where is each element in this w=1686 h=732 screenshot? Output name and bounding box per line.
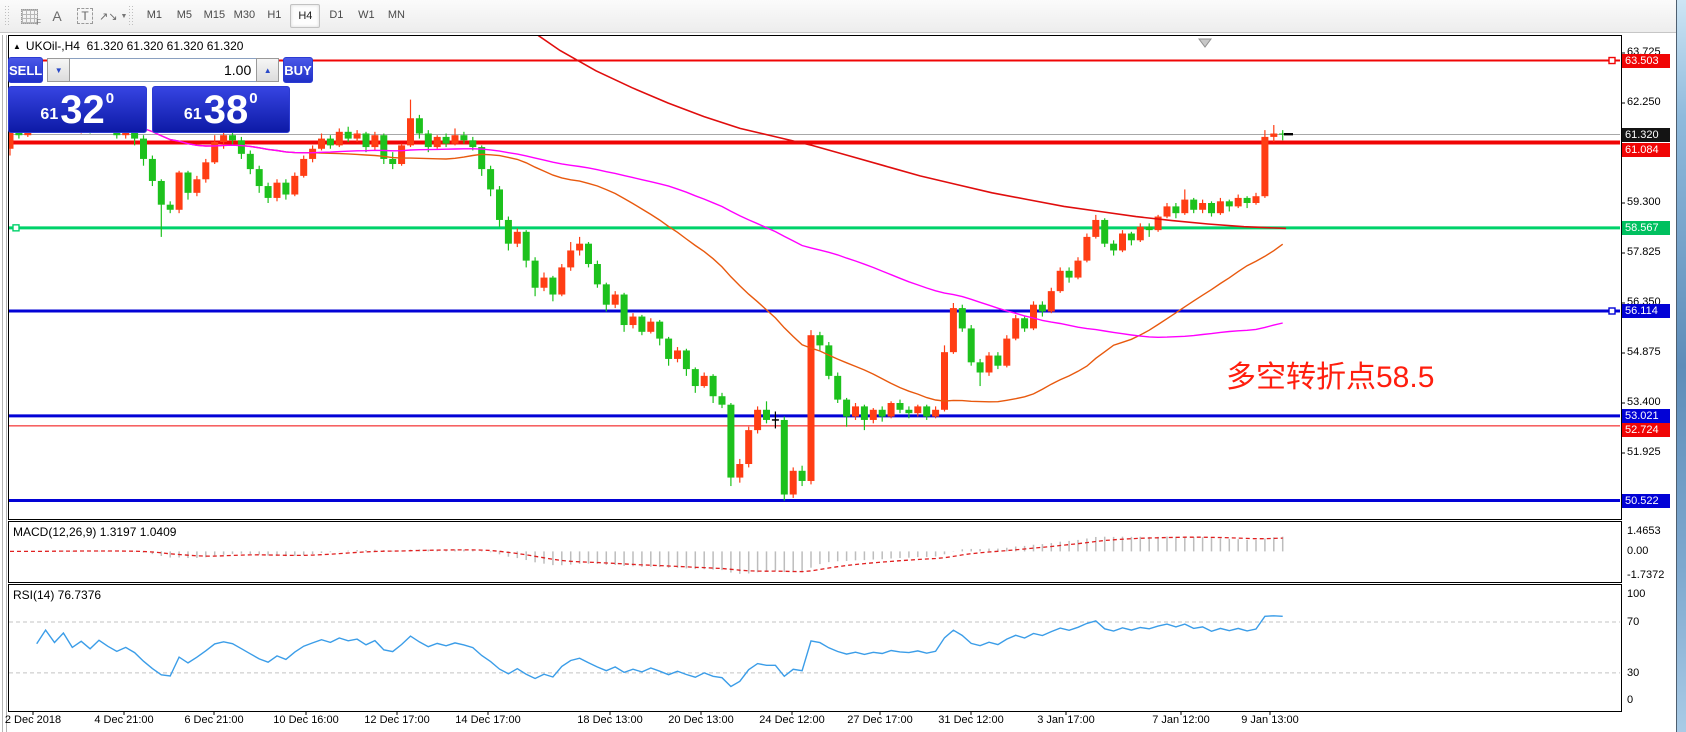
text-label-glyph: T: [77, 8, 92, 24]
price-tick-label: 51.925: [1627, 446, 1661, 458]
line-handle[interactable]: [1609, 58, 1615, 64]
line-handle[interactable]: [13, 225, 19, 231]
rsi-tick-label: 0: [1627, 694, 1633, 706]
volume-stepper: ▼ ▲: [47, 58, 279, 82]
toolbar-grip[interactable]: [129, 6, 134, 26]
last-price-marker: [1284, 133, 1293, 135]
price-line-badge-63.503: 63.503: [1622, 54, 1670, 68]
price-tick-label: 62.250: [1627, 96, 1661, 108]
time-axis-label: 4 Dec 21:00: [94, 714, 153, 726]
macd-tick-label: 1.4653: [1627, 525, 1661, 537]
buy-price-tile[interactable]: 61 38 0: [152, 86, 291, 133]
rsi-tick-label: 70: [1627, 616, 1639, 628]
rsi-tick-label: 30: [1627, 667, 1639, 679]
chart-annotation[interactable]: 多空转折点58.5: [1226, 352, 1434, 396]
line-handle[interactable]: [1609, 308, 1615, 314]
chart-title: ▲ UKOil-,H4 61.320 61.320 61.320 61.320: [13, 39, 243, 53]
timeframe-M1[interactable]: M1: [140, 4, 168, 26]
timeframe-D1[interactable]: D1: [322, 4, 350, 26]
price-tick-label: 54.875: [1627, 346, 1661, 358]
mt4-window: F A T ↗↘ ▼ M1M5M15M30H1H4D1W1MN ▲ UKOil-,…: [0, 0, 1686, 732]
price-line-badge-56.114: 56.114: [1622, 304, 1670, 318]
text-tool-icon[interactable]: A: [43, 4, 71, 28]
price-line-badge-61.084: 61.084: [1622, 143, 1670, 157]
time-axis-label: 24 Dec 12:00: [759, 714, 824, 726]
timeframe-W1[interactable]: W1: [352, 4, 380, 26]
timeframe-H1[interactable]: H1: [260, 4, 288, 26]
grid-f-label: F: [36, 18, 41, 27]
buy-button[interactable]: BUY: [283, 57, 312, 83]
price-line-badge-58.567: 58.567: [1622, 221, 1670, 235]
arrows-glyph-icon: ↗↘: [99, 10, 117, 23]
arrows-tool-icon[interactable]: ↗↘ ▼: [99, 4, 127, 28]
time-axis-label: 14 Dec 17:00: [455, 714, 520, 726]
time-axis-label: 9 Jan 13:00: [1241, 714, 1299, 726]
price-tick-label: 53.400: [1627, 396, 1661, 408]
sell-price-whole: 61: [40, 106, 58, 124]
rsi-panel: [9, 585, 1622, 712]
time-axis-label: 18 Dec 13:00: [577, 714, 642, 726]
one-click-trading-panel: SELL ▼ ▲ BUY 61 32 0 61 38 0: [8, 57, 290, 133]
price-line-badge-53.021: 53.021: [1622, 409, 1670, 423]
rsi-label: RSI(14) 76.7376: [13, 588, 101, 602]
timeframe-H4[interactable]: H4: [290, 4, 320, 28]
sell-button[interactable]: SELL: [8, 57, 43, 83]
time-axis-label: 12 Dec 17:00: [364, 714, 429, 726]
price-line-badge-52.724: 52.724: [1622, 423, 1670, 437]
time-axis-label: 27 Dec 17:00: [847, 714, 912, 726]
price-line-badge-50.522: 50.522: [1622, 494, 1670, 508]
timeframe-M30[interactable]: M30: [230, 4, 258, 26]
sell-price-point: 0: [106, 90, 114, 107]
price-tick-label: 59.300: [1627, 196, 1661, 208]
timeframe-M15[interactable]: M15: [200, 4, 228, 26]
grid-glyph-icon: [21, 9, 38, 24]
toolbar-grip[interactable]: [5, 6, 10, 26]
macd-tick-label: -1.7372: [1627, 569, 1664, 581]
collapse-triangle-icon[interactable]: ▲: [13, 42, 21, 51]
chevron-down-icon: ▼: [120, 13, 127, 20]
volume-input[interactable]: [70, 58, 256, 82]
sell-price-pips: 32: [60, 91, 105, 129]
time-axis-label: 6 Dec 21:00: [184, 714, 243, 726]
buy-price-point: 0: [249, 90, 257, 107]
price-line-badge-61.320: 61.320: [1622, 128, 1670, 142]
time-axis-label: 7 Jan 12:00: [1152, 714, 1210, 726]
sell-price-tile[interactable]: 61 32 0: [8, 86, 147, 133]
volume-decrease-button[interactable]: ▼: [47, 58, 70, 82]
buy-price-pips: 38: [204, 91, 249, 129]
window-splitter[interactable]: [2, 35, 7, 732]
volume-increase-button[interactable]: ▲: [256, 58, 279, 82]
rsi-tick-label: 100: [1627, 588, 1645, 600]
buy-price-whole: 61: [184, 106, 202, 124]
time-axis-label: 31 Dec 12:00: [938, 714, 1003, 726]
macd-tick-label: 0.00: [1627, 545, 1648, 557]
timeframe-M5[interactable]: M5: [170, 4, 198, 26]
time-axis-label: 20 Dec 13:00: [668, 714, 733, 726]
toolbar: F A T ↗↘ ▼ M1M5M15M30H1H4D1W1MN: [0, 0, 1677, 33]
chart-grid-icon[interactable]: F: [15, 4, 43, 28]
chart-title-text: UKOil-,H4 61.320 61.320 61.320 61.320: [26, 39, 244, 53]
text-label-tool-icon[interactable]: T: [71, 4, 99, 28]
macd-label: MACD(12,26,9) 1.3197 1.0409: [13, 525, 176, 539]
time-axis-label: 2 Dec 2018: [5, 714, 61, 726]
timeframe-group: M1M5M15M30H1H4D1W1MN: [139, 4, 411, 28]
time-axis-label: 10 Dec 16:00: [273, 714, 338, 726]
time-axis-label: 3 Jan 17:00: [1037, 714, 1095, 726]
window-edge: [1676, 0, 1686, 732]
price-tick-label: 57.825: [1627, 246, 1661, 258]
timeframe-MN[interactable]: MN: [382, 4, 410, 26]
